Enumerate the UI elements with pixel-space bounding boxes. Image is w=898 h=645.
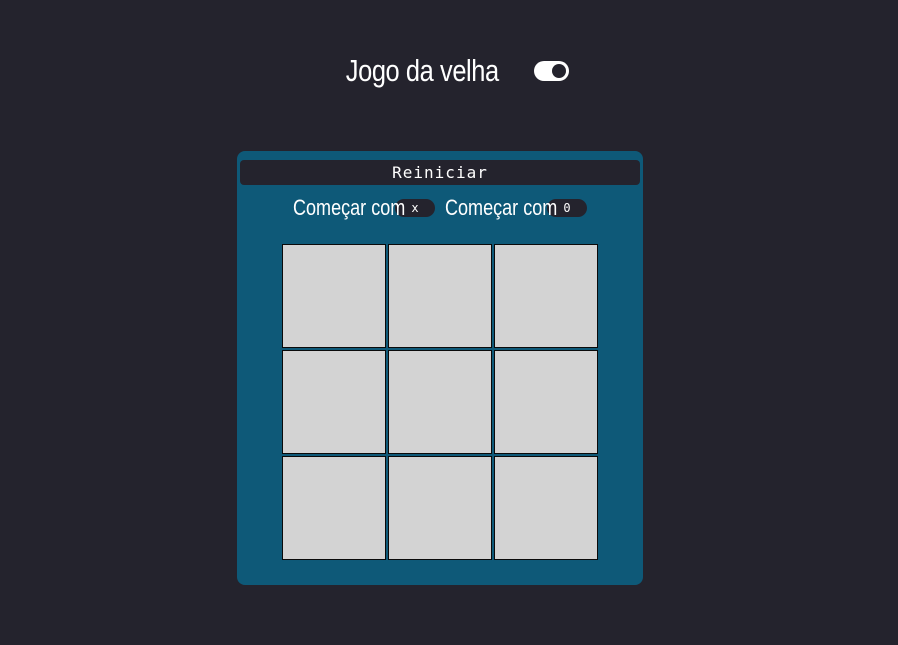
board-cell[interactable] xyxy=(282,244,386,348)
game-panel: Reiniciar Começar com x Começar com 0 xyxy=(237,151,643,585)
game-board xyxy=(282,244,598,560)
toggle-knob-icon xyxy=(551,64,566,78)
board-cell[interactable] xyxy=(388,244,492,348)
board-cell[interactable] xyxy=(494,456,598,560)
page-title: Jogo da velha xyxy=(346,53,499,88)
start-options: Começar com x Começar com 0 xyxy=(237,195,643,221)
board-cell[interactable] xyxy=(388,456,492,560)
header: Jogo da velha xyxy=(0,48,898,94)
start-with-o-group: Começar com 0 xyxy=(445,195,587,221)
start-with-x-group: Começar com x xyxy=(293,195,435,221)
board-cell[interactable] xyxy=(282,456,386,560)
board-cell[interactable] xyxy=(282,350,386,454)
theme-toggle[interactable] xyxy=(533,61,569,81)
restart-button[interactable]: Reiniciar xyxy=(240,160,640,185)
board-cell[interactable] xyxy=(388,350,492,454)
start-with-label: Começar com xyxy=(293,195,406,220)
board-cell[interactable] xyxy=(494,244,598,348)
start-with-label: Começar com xyxy=(445,195,558,220)
board-cell[interactable] xyxy=(494,350,598,454)
